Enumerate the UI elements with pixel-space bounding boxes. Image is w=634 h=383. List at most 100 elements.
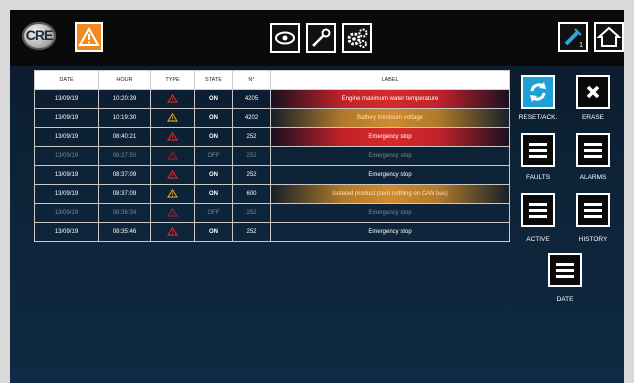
hmi-screen: CRE 1 DATE HOUR TYPE STATE N° LABEL 13/0… <box>10 10 624 383</box>
cell-number: 4205 <box>232 89 271 109</box>
col-hour-header: HOUR <box>98 70 151 90</box>
cell-date: 13/09/19 <box>34 108 99 128</box>
table-row[interactable]: 13/09/19 08:36:34 OFF 252 Emergency stop <box>34 203 510 223</box>
warning-icon <box>78 26 100 46</box>
cell-type <box>150 165 195 185</box>
cell-state: OFF <box>194 146 233 166</box>
menu-line <box>529 143 547 146</box>
date-label: DATE <box>556 296 574 303</box>
reset-ack-button[interactable] <box>521 75 555 109</box>
alert-button[interactable] <box>75 22 103 52</box>
cell-label: Battery minimum voltage <box>270 108 510 128</box>
col-label-header: LABEL <box>270 70 510 90</box>
menu-line <box>584 215 602 218</box>
cell-number: 252 <box>232 203 271 223</box>
menu-line <box>584 143 602 146</box>
cell-date: 13/09/19 <box>34 89 99 109</box>
cell-hour: 08:40:21 <box>98 127 151 147</box>
cell-hour: 08:37:50 <box>98 146 151 166</box>
top-bar: CRE 1 <box>10 10 624 66</box>
col-state-header: STATE <box>194 70 233 90</box>
cell-state: ON <box>194 165 233 185</box>
col-number-header: N° <box>232 70 271 90</box>
close-icon <box>586 85 600 99</box>
cell-number: 600 <box>232 184 271 204</box>
red-warning-icon <box>167 93 178 103</box>
active-button[interactable] <box>521 193 555 227</box>
cell-type <box>150 108 195 128</box>
menu-line <box>556 263 574 266</box>
cell-type <box>150 146 195 166</box>
history-label: HISTORY <box>578 236 608 243</box>
cell-label: Engine maximum water temperature <box>270 89 510 109</box>
menu-line <box>584 203 602 206</box>
table-row[interactable]: 13/09/19 10:20:39 ON 4205 Engine maximum wa… <box>34 89 510 109</box>
brand-logo: CRE <box>22 22 56 50</box>
cell-type <box>150 127 195 147</box>
history-button[interactable] <box>576 193 610 227</box>
menu-line <box>529 215 547 218</box>
menu-line <box>584 155 602 158</box>
cell-state: ON <box>194 89 233 109</box>
view-button[interactable] <box>270 23 300 53</box>
menu-line <box>529 149 547 152</box>
cell-label: Isolated product (zero nothing on CAN bu… <box>270 184 510 204</box>
cell-label: Emergency stop <box>270 127 510 147</box>
logo-text: CRE <box>25 27 54 43</box>
date-button[interactable] <box>548 253 582 287</box>
cell-label: Emergency stop <box>270 165 510 185</box>
connection-button[interactable]: 1 <box>558 22 588 52</box>
tools-button[interactable] <box>306 23 336 53</box>
cell-label: Emergency stop <box>270 146 510 166</box>
cell-type <box>150 222 195 242</box>
cell-hour: 08:36:34 <box>98 203 151 223</box>
erase-button[interactable] <box>576 75 610 109</box>
connection-badge: 1 <box>579 42 583 49</box>
menu-line <box>529 155 547 158</box>
cell-hour: 08:37:09 <box>98 165 151 185</box>
cell-number: 252 <box>232 165 271 185</box>
table-row[interactable]: 13/09/19 08:37:09 ON 252 Emergency stop <box>34 165 510 185</box>
table-row[interactable]: 13/09/19 08:37:50 OFF 252 Emergency stop <box>34 146 510 166</box>
menu-line <box>556 269 574 272</box>
table-header-row: DATE HOUR TYPE STATE N° LABEL <box>34 70 510 90</box>
cell-hour: 08:35:46 <box>98 222 151 242</box>
red-warning-icon <box>167 207 178 217</box>
red-warning-icon <box>167 169 178 179</box>
table-row[interactable]: 13/09/19 08:35:46 ON 252 Emergency stop <box>34 222 510 242</box>
alarms-label: ALARMS <box>579 174 607 181</box>
cell-date: 13/09/19 <box>34 165 99 185</box>
cell-type <box>150 89 195 109</box>
cell-state: ON <box>194 108 233 128</box>
cell-hour: 10:19:30 <box>98 108 151 128</box>
cell-state: ON <box>194 127 233 147</box>
cell-number: 252 <box>232 127 271 147</box>
faults-label: FAULTS <box>525 174 551 181</box>
eye-icon <box>275 31 295 45</box>
cell-label: Emergency stop <box>270 222 510 242</box>
home-button[interactable] <box>594 22 624 52</box>
cell-date: 13/09/19 <box>34 184 99 204</box>
cell-label: Emergency stop <box>270 203 510 223</box>
cell-number: 4202 <box>232 108 271 128</box>
alarms-button[interactable] <box>576 133 610 167</box>
table-row[interactable]: 13/09/19 08:37:09 ON 600 Isolated product (… <box>34 184 510 204</box>
home-icon <box>596 26 622 47</box>
refresh-icon <box>530 82 546 102</box>
cell-date: 13/09/19 <box>34 203 99 223</box>
menu-line <box>529 203 547 206</box>
cell-hour: 10:20:39 <box>98 89 151 109</box>
menu-line <box>584 149 602 152</box>
alarm-log-table: DATE HOUR TYPE STATE N° LABEL 13/09/19 10… <box>34 70 510 242</box>
cell-type <box>150 203 195 223</box>
cell-number: 252 <box>232 222 271 242</box>
settings-button[interactable] <box>342 23 372 53</box>
reset-ack-label: RESET/ACK. <box>518 114 558 121</box>
table-row[interactable]: 13/09/19 08:40:21 ON 252 Emergency stop <box>34 127 510 147</box>
cell-state: ON <box>194 222 233 242</box>
faults-button[interactable] <box>521 133 555 167</box>
cell-hour: 08:37:09 <box>98 184 151 204</box>
menu-line <box>584 209 602 212</box>
table-row[interactable]: 13/09/19 10:19:30 ON 4202 Battery minimum v… <box>34 108 510 128</box>
alarm-log-panel: DATE HOUR TYPE STATE N° LABEL 13/09/19 10… <box>34 70 510 245</box>
